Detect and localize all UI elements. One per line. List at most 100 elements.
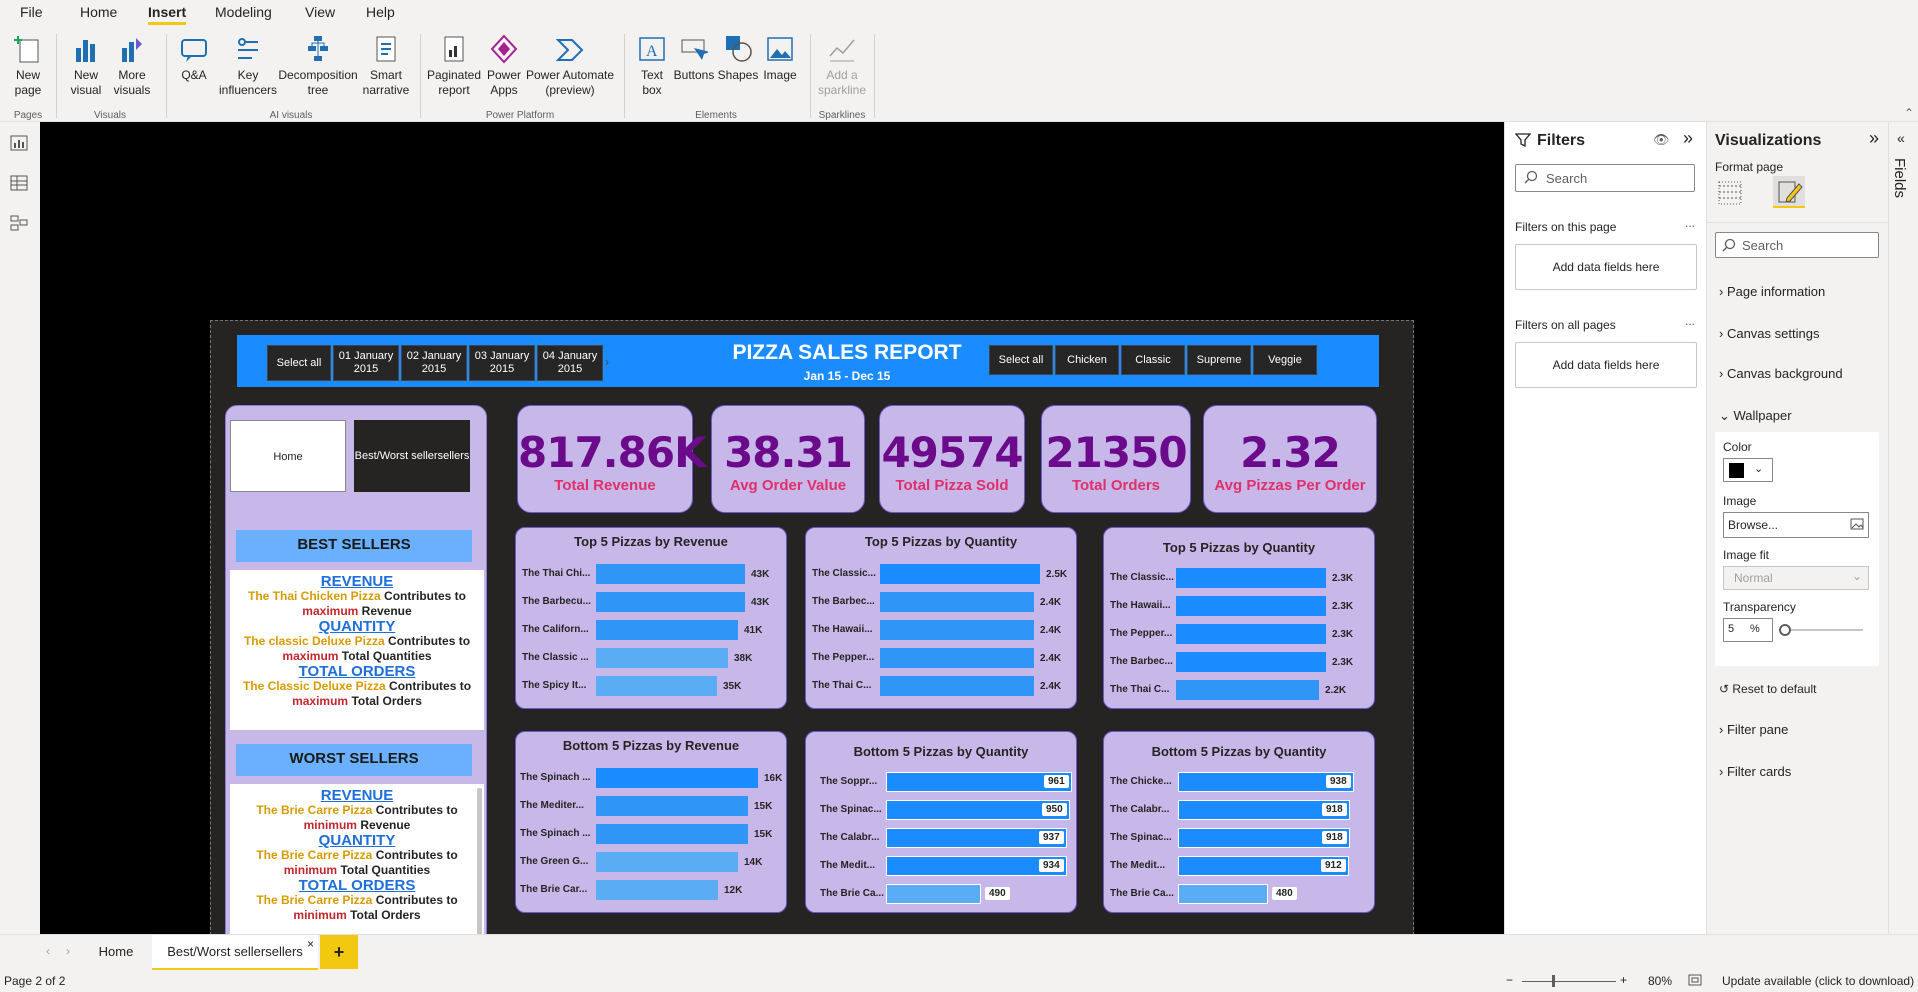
more-options-icon[interactable]: ... (1685, 216, 1695, 230)
chart-bottom5-quantity-2[interactable]: Bottom 5 Pizzas by Quantity The Chicke...… (1103, 731, 1375, 913)
zoom-slider-thumb[interactable] (1552, 975, 1555, 987)
bar[interactable] (1176, 680, 1319, 700)
bar[interactable] (596, 796, 748, 816)
menu-home[interactable]: Home (80, 4, 117, 20)
section-filter-cards[interactable]: › Filter cards (1719, 764, 1791, 779)
bar[interactable] (596, 620, 738, 640)
section-filter-pane[interactable]: › Filter pane (1719, 722, 1788, 737)
bar[interactable] (596, 564, 745, 584)
category-slicer-item[interactable]: Veggie (1253, 345, 1317, 375)
date-slicer-item[interactable]: 03 January 2015 (469, 345, 535, 381)
fit-to-page-icon[interactable] (1688, 974, 1702, 989)
bar[interactable] (596, 676, 717, 696)
build-visual-icon[interactable] (1717, 180, 1743, 209)
new-visual-button[interactable]: New visual (64, 34, 108, 98)
date-slicer-item[interactable]: 02 January 2015 (401, 345, 467, 381)
bar[interactable] (1176, 652, 1326, 672)
reset-to-default-button[interactable]: ↺ Reset to default (1719, 682, 1816, 696)
chart-top5-quantity-2[interactable]: Top 5 Pizzas by Quantity The Classic... 2.… (1103, 527, 1375, 709)
add-fields-all-pages[interactable]: Add data fields here (1515, 342, 1697, 388)
date-slicer-select-all[interactable]: Select all (267, 345, 331, 381)
bar[interactable] (880, 676, 1034, 696)
section-canvas-settings[interactable]: › Canvas settings (1719, 326, 1819, 341)
menu-view[interactable]: View (305, 4, 335, 20)
bar[interactable] (596, 852, 738, 872)
transparency-input[interactable]: 5% (1723, 618, 1773, 642)
expand-fields-icon[interactable]: « (1897, 130, 1905, 146)
tab-home[interactable]: Home (86, 935, 146, 971)
bar[interactable] (596, 592, 745, 612)
bar[interactable] (1176, 568, 1326, 588)
section-canvas-background[interactable]: › Canvas background (1719, 366, 1843, 381)
color-picker[interactable]: ⌄ (1723, 458, 1773, 482)
fields-tab[interactable]: Fields (1891, 158, 1908, 198)
text-box-button[interactable]: A Text box (632, 34, 672, 98)
bar[interactable] (880, 592, 1034, 612)
zoom-in-button[interactable]: + (1620, 973, 1627, 987)
update-available-link[interactable]: Update available (click to download) (1722, 974, 1914, 988)
bar[interactable] (596, 768, 758, 788)
format-visual-icon[interactable] (1773, 176, 1805, 208)
chart-bottom5-revenue[interactable]: Bottom 5 Pizzas by Revenue The Spinach ..… (515, 731, 787, 913)
category-slicer-item[interactable]: Supreme (1187, 345, 1251, 375)
kpi-card-avg-pizzas-per-order[interactable]: 2.32 Avg Pizzas Per Order (1203, 405, 1377, 513)
tab-scroll-left-icon[interactable]: ‹ (46, 944, 50, 958)
close-tab-icon[interactable]: × (307, 927, 314, 961)
report-view-icon[interactable] (9, 134, 29, 155)
kpi-card-total-pizza-sold[interactable]: 49574 Total Pizza Sold (879, 405, 1025, 513)
collapse-filters-icon[interactable]: » (1683, 128, 1693, 149)
collapse-viz-icon[interactable]: » (1869, 128, 1879, 149)
menu-insert[interactable]: Insert (148, 4, 187, 25)
browse-input[interactable]: Browse... (1723, 512, 1869, 538)
menu-modeling[interactable]: Modeling (215, 4, 272, 20)
filters-search-input[interactable]: Search (1515, 164, 1695, 192)
bar[interactable] (886, 884, 981, 904)
best-worst-nav-button[interactable]: Best/Worst sellersellers (354, 420, 470, 492)
tab-best-worst[interactable]: Best/Worst sellersellers × (152, 935, 318, 971)
category-slicer-select-all[interactable]: Select all (989, 345, 1053, 375)
more-options-icon[interactable]: ... (1685, 314, 1695, 328)
bar[interactable] (1176, 624, 1326, 644)
paginated-report-button[interactable]: Paginated report (426, 34, 482, 98)
image-button[interactable]: Image (758, 34, 802, 83)
menu-file[interactable]: File (20, 4, 43, 20)
collapse-ribbon-icon[interactable]: ⌃ (1904, 106, 1914, 120)
bar[interactable] (880, 564, 1040, 584)
decomposition-tree-button[interactable]: Decomposition tree (278, 34, 358, 98)
category-slicer-item[interactable]: Classic (1121, 345, 1185, 375)
chart-top5-quantity[interactable]: Top 5 Pizzas by Quantity The Classic... 2.… (805, 527, 1077, 709)
slicer-next-icon[interactable]: › (605, 355, 609, 369)
zoom-slider-track[interactable] (1522, 981, 1616, 982)
section-wallpaper[interactable]: ⌄ Wallpaper (1719, 408, 1792, 424)
transparency-slider-thumb[interactable] (1779, 624, 1791, 636)
worst-scrollbar[interactable] (477, 788, 482, 938)
key-influencers-button[interactable]: Key influencers (218, 34, 278, 98)
bar[interactable] (1178, 884, 1268, 904)
kpi-card-total-revenue[interactable]: 817.86K Total Revenue (517, 405, 707, 513)
add-fields-this-page[interactable]: Add data fields here (1515, 244, 1697, 290)
more-visuals-button[interactable]: More visuals (110, 34, 154, 98)
buttons-button[interactable]: Buttons (672, 34, 716, 83)
transparency-slider-track[interactable] (1781, 629, 1863, 631)
chart-top5-revenue[interactable]: Top 5 Pizzas by Revenue The Thai Chi... 43… (515, 527, 787, 709)
bar[interactable] (880, 620, 1034, 640)
data-view-icon[interactable] (9, 174, 29, 195)
add-sparkline-button[interactable]: Add a sparkline (816, 34, 868, 98)
add-page-button[interactable]: + (320, 935, 358, 969)
viz-search-input[interactable]: Search (1715, 232, 1879, 258)
kpi-card-avg-order-value[interactable]: 38.31 Avg Order Value (711, 405, 865, 513)
shapes-button[interactable]: Shapes (716, 34, 760, 83)
smart-narrative-button[interactable]: Smart narrative (360, 34, 412, 98)
tab-scroll-right-icon[interactable]: › (66, 944, 70, 958)
bar[interactable] (596, 880, 718, 900)
category-slicer-item[interactable]: Chicken (1055, 345, 1119, 375)
new-page-button[interactable]: New page (6, 34, 50, 98)
section-page-information[interactable]: › Page information (1719, 284, 1825, 299)
model-view-icon[interactable] (9, 214, 29, 235)
bar[interactable] (1176, 596, 1326, 616)
chart-bottom5-quantity[interactable]: Bottom 5 Pizzas by Quantity The Soppr... 9… (805, 731, 1077, 913)
image-fit-select[interactable]: Normal ⌄ (1723, 566, 1869, 590)
date-slicer-item[interactable]: 01 January 2015 (333, 345, 399, 381)
qa-button[interactable]: Q&A (174, 34, 214, 83)
bar[interactable] (596, 824, 748, 844)
